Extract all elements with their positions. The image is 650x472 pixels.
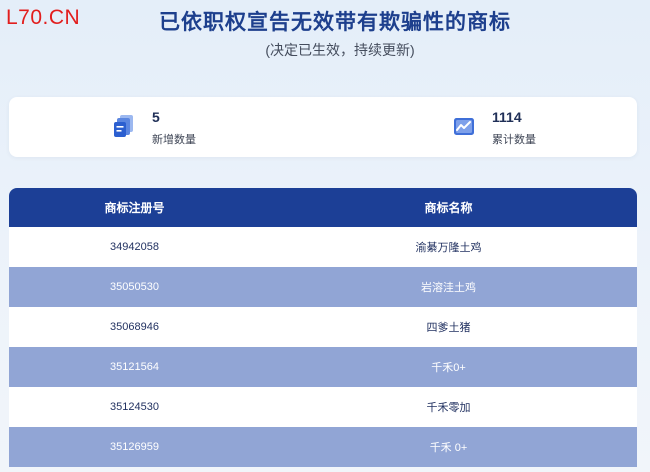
page-title: 已依职权宣告无效带有欺骗性的商标	[159, 11, 511, 34]
stat-total-label: 累计数量	[492, 134, 536, 146]
trademark-name-cell: 渝綦万隆土鸡	[415, 242, 482, 254]
trademark-name-cell: 千禾 0+	[429, 442, 468, 454]
stats-panel: 5 新增数量 1114 累计数量	[9, 97, 637, 157]
trademark-table: 商标注册号 商标名称 34942058 渝綦万隆土鸡 35050530 岩溶洼土…	[9, 188, 637, 472]
stat-total-value: 1114	[492, 109, 522, 125]
trademark-name-cell: 千禾0+	[431, 362, 466, 374]
reg-no-cell: 34942058	[110, 241, 159, 253]
table-row[interactable]: 35121564 千禾0+	[9, 347, 637, 387]
trend-chart-icon	[453, 114, 475, 138]
table-row[interactable]: 35050530 岩溶洼土鸡	[9, 267, 637, 307]
stat-new-value: 5	[152, 109, 160, 125]
reg-no-cell: 35068946	[110, 321, 159, 333]
table-header: 商标注册号 商标名称	[9, 188, 637, 227]
stack-new-icon	[114, 114, 136, 138]
reg-no-cell: 35050530	[110, 281, 159, 293]
trademark-name-cell: 四爹土猪	[426, 322, 471, 334]
reg-no-cell: 35121564	[110, 361, 159, 373]
trademark-name-cell: 岩溶洼土鸡	[421, 282, 476, 294]
column-header-name[interactable]: 商标名称	[260, 188, 637, 227]
table-row[interactable]: 35126959 千禾 0+	[9, 427, 637, 467]
column-header-reg-no[interactable]: 商标注册号	[9, 188, 260, 227]
page-subtitle: (决定已生效，持续更新)	[265, 42, 415, 58]
reg-no-cell: 35126959	[110, 441, 159, 453]
trademark-name-cell: 千禾零加	[426, 402, 471, 414]
table-row[interactable]: 35124530 千禾零加	[9, 387, 637, 427]
table-row[interactable]: 35068946 四爹土猪	[9, 307, 637, 347]
reg-no-cell: 35124530	[110, 401, 159, 413]
stat-new-label: 新增数量	[152, 134, 196, 146]
table-row[interactable]: 34942058 渝綦万隆土鸡	[9, 227, 637, 267]
